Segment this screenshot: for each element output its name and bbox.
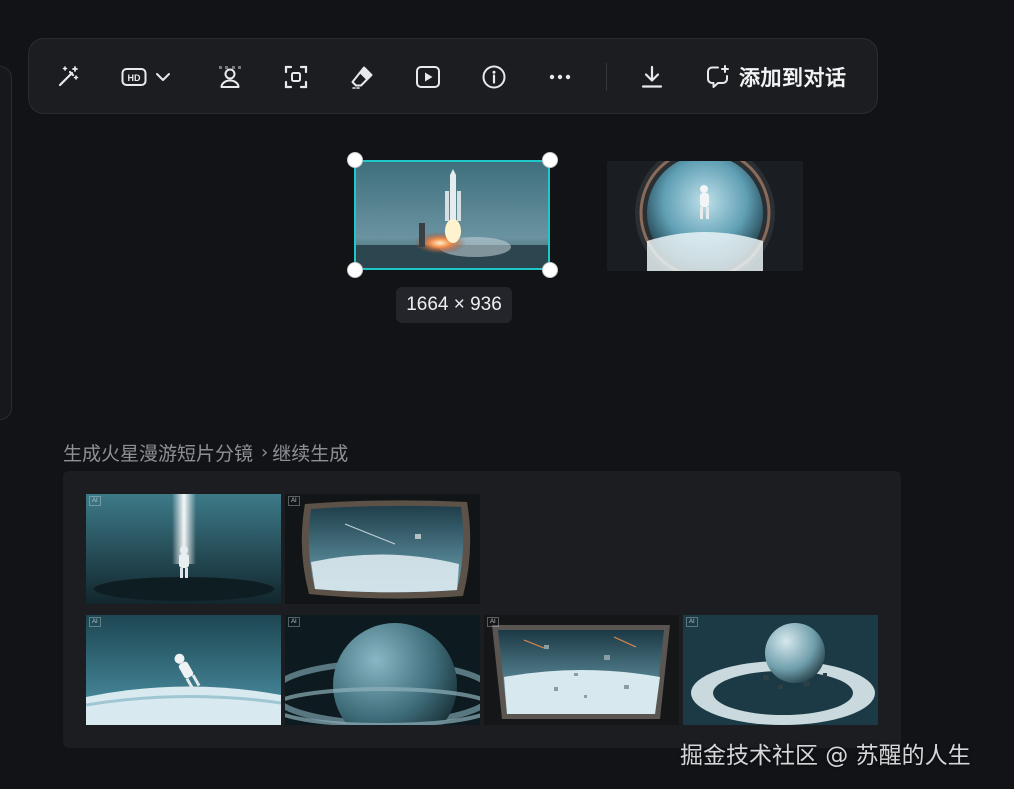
thumbnail-tag: AI <box>487 617 499 627</box>
download-icon <box>641 65 663 88</box>
thumbnail-spaceship-window[interactable]: AI <box>285 494 480 604</box>
expand-button[interactable] <box>281 61 311 93</box>
toolbar-divider <box>606 63 607 91</box>
thumbnail-tag: AI <box>288 617 300 627</box>
rocket-launch-image <box>355 161 550 270</box>
breadcrumb-current[interactable]: 继续生成 <box>272 439 348 466</box>
thumbnail-tag: AI <box>288 496 300 506</box>
thumbnail-astronaut-light-beam[interactable]: AI <box>86 494 281 604</box>
astronaut-porthole-image <box>607 161 803 271</box>
breadcrumb: 生成火星漫游短片分镜 › 继续生成 <box>63 438 348 466</box>
resize-handle-bottom-left[interactable] <box>347 262 363 278</box>
astronaut-floating-image <box>86 615 281 725</box>
thumbnail-ringed-planet[interactable]: AI <box>285 615 480 725</box>
resize-handle-top-left[interactable] <box>347 152 363 168</box>
thumbnail-window-debris[interactable]: AI <box>484 615 679 725</box>
image-toolbar: HD 添加到对话 <box>28 38 878 114</box>
thumbnail-shattered-planet[interactable]: AI <box>683 615 878 725</box>
magic-wand-button[interactable] <box>53 61 83 93</box>
person-cutout-icon <box>219 66 241 88</box>
side-panel <box>0 66 12 420</box>
canvas-image-astronaut[interactable] <box>607 161 803 271</box>
eraser-button[interactable] <box>347 61 377 93</box>
info-icon <box>482 65 506 89</box>
hd-dropdown-button[interactable]: HD <box>119 61 175 93</box>
eraser-icon <box>351 66 373 89</box>
add-to-chat-button[interactable]: 添加到对话 <box>705 61 847 93</box>
astronaut-light-beam-image <box>86 494 281 604</box>
download-button[interactable] <box>637 61 667 93</box>
expand-icon <box>284 65 308 89</box>
svg-text:HD: HD <box>128 73 141 83</box>
breadcrumb-parent[interactable]: 生成火星漫游短片分镜 <box>63 439 253 466</box>
generated-gallery: AI AI AI AI AI AI <box>63 471 901 748</box>
resize-handle-top-right[interactable] <box>542 152 558 168</box>
spaceship-window-image <box>285 494 480 604</box>
thumbnail-tag: AI <box>686 617 698 627</box>
shattered-planet-image <box>683 615 878 725</box>
selected-image-rocket[interactable] <box>355 161 550 270</box>
thumbnail-astronaut-floating[interactable]: AI <box>86 615 281 725</box>
play-icon <box>416 66 440 88</box>
magic-wand-icon <box>58 66 79 87</box>
add-to-chat-label: 添加到对话 <box>739 66 847 90</box>
thumbnail-tag: AI <box>89 617 101 627</box>
ringed-planet-image <box>285 615 480 725</box>
chat-add-icon <box>707 65 729 88</box>
play-video-button[interactable] <box>413 61 443 93</box>
hd-icon: HD <box>121 68 147 86</box>
window-debris-image <box>484 615 679 725</box>
more-button[interactable] <box>545 61 575 93</box>
more-icon <box>549 74 571 80</box>
breadcrumb-separator-icon: › <box>261 441 269 463</box>
remove-background-button[interactable] <box>215 61 245 93</box>
watermark-text: 掘金技术社区 @ 苏醒的人生 <box>680 743 971 769</box>
thumbnail-tag: AI <box>89 496 101 506</box>
resize-handle-bottom-right[interactable] <box>542 262 558 278</box>
dimension-badge: 1664 × 936 <box>396 287 512 323</box>
info-button[interactable] <box>479 61 509 93</box>
chevron-down-icon <box>156 73 170 81</box>
